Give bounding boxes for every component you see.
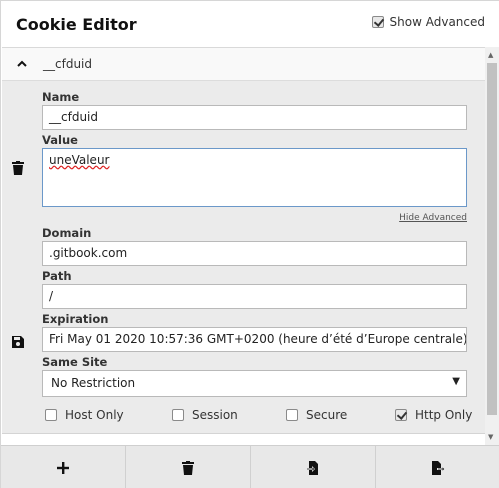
secure-checkbox[interactable] [286, 409, 298, 421]
footer-toolbar [1, 445, 499, 488]
path-label: Path [42, 269, 72, 283]
scroll-down-icon[interactable]: ▼ [488, 433, 493, 441]
domain-input[interactable]: .gitbook.com [42, 241, 467, 266]
scroll-up-icon[interactable]: ▲ [488, 51, 493, 59]
samesite-select[interactable]: No Restriction ▼ [42, 370, 467, 397]
name-label: Name [42, 90, 80, 104]
http-only-label: Http Only [415, 408, 473, 422]
import-icon [306, 460, 318, 475]
plus-icon [57, 461, 69, 474]
secure-option[interactable]: Secure [286, 408, 347, 422]
add-cookie-button[interactable] [1, 446, 126, 488]
dropdown-arrow-icon: ▼ [452, 376, 460, 387]
show-advanced-label: Show Advanced [389, 15, 485, 29]
name-input[interactable]: __cfduid [42, 105, 467, 130]
http-only-option[interactable]: Http Only [395, 408, 472, 422]
trash-icon [182, 460, 194, 475]
cookie-header-name: __cfduid [43, 57, 92, 71]
secure-label: Secure [306, 408, 348, 422]
samesite-value: No Restriction [51, 376, 136, 390]
cookie-details: Name __cfduid Value uneValeur Hide Advan… [2, 81, 485, 434]
expiration-label: Expiration [42, 312, 109, 326]
delete-all-button[interactable] [126, 446, 251, 488]
host-only-option[interactable]: Host Only [45, 408, 124, 422]
value-text: uneValeur [49, 153, 110, 167]
chevron-up-icon[interactable] [16, 58, 28, 70]
export-icon [432, 460, 445, 475]
samesite-label: Same Site [42, 355, 108, 369]
host-only-label: Host Only [65, 408, 124, 422]
show-advanced-toggle[interactable]: Show Advanced [371, 15, 485, 29]
session-option[interactable]: Session [172, 408, 238, 422]
import-button[interactable] [251, 446, 376, 488]
export-button[interactable] [376, 446, 499, 488]
extension-popup: Cookie Editor Show Advanced __cfduid Nam… [0, 0, 499, 488]
cookie-list[interactable]: __cfduid Name __cfduid Value uneValeur H… [2, 47, 485, 445]
expiration-input[interactable]: Fri May 01 2020 10:57:36 GMT+0200 (heure… [42, 327, 467, 352]
show-advanced-checkbox[interactable] [371, 16, 384, 28]
scrollbar-thumb[interactable] [487, 63, 497, 415]
host-only-checkbox[interactable] [45, 409, 57, 421]
session-checkbox[interactable] [172, 409, 184, 421]
http-only-checkbox[interactable] [395, 409, 407, 421]
header-bar: Cookie Editor Show Advanced [1, 1, 499, 47]
cookie-flags: Host Only Session Secure Http Only [2, 408, 485, 424]
scrollbar[interactable]: ▲ ▼ [485, 47, 499, 445]
path-input[interactable]: / [42, 284, 467, 309]
page-title: Cookie Editor [16, 15, 137, 34]
cookie-header[interactable]: __cfduid [2, 48, 485, 81]
trash-icon[interactable] [12, 161, 24, 175]
session-label: Session [192, 408, 238, 422]
value-label: Value [42, 133, 78, 147]
hide-advanced-link[interactable]: Hide Advanced [399, 213, 467, 223]
save-icon[interactable] [12, 335, 24, 349]
domain-label: Domain [42, 226, 92, 240]
value-textarea[interactable]: uneValeur [42, 148, 467, 207]
